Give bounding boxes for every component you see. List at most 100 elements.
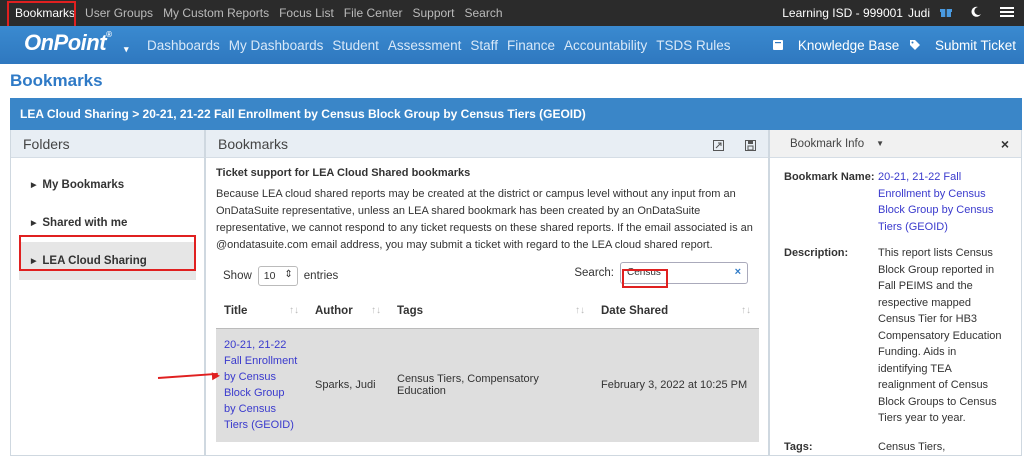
tag-icon [910,39,921,50]
entries-label: entries [303,270,339,282]
info-desc-value: This report lists Census Block Group rep… [878,247,1002,424]
nav-accountability[interactable]: Accountability [564,38,647,53]
nav-staff[interactable]: Staff [470,38,498,53]
page-title: Bookmarks [10,71,103,90]
search-value: Census [627,267,661,278]
col-date-label: Date Shared [601,304,669,317]
bookmarks-header: Bookmarks [206,130,768,158]
right-nav: Knowledge Base Submit Ticket [762,26,1016,64]
sort-icon: ↑↓ [741,305,751,316]
brand-bar: OnPoint® ▾ Dashboards My Dashboards Stud… [0,26,1024,64]
cell-date: February 3, 2022 at 10:25 PM [593,328,759,442]
nav-dashboards[interactable]: Dashboards [147,38,220,53]
close-icon[interactable]: × [1001,136,1009,152]
bookmarks-title: Bookmarks [218,135,289,152]
table-controls: Show 10 entries Search: Census × [216,258,758,294]
notice-body: Because LEA cloud shared reports may be … [216,188,753,251]
folder-my-bookmarks[interactable]: ▶ My Bookmarks [11,166,204,204]
sort-icon: ↑↓ [289,305,299,316]
sort-icon: ↑↓ [371,305,381,316]
search-input[interactable]: Census × [620,262,748,284]
top-nav-my-custom-reports[interactable]: My Custom Reports [158,6,274,20]
knowledge-base-link[interactable]: Knowledge Base [772,38,899,53]
logo-caret-icon[interactable]: ▾ [124,44,129,55]
info-name-row: Bookmark Name: 20-21, 21-22 Fall Enrollm… [770,169,1021,235]
top-bar: Bookmarks User Groups My Custom Reports … [0,0,1024,26]
info-desc-row: Description: This report lists Census Bl… [770,245,1021,427]
nav-assessment[interactable]: Assessment [388,38,462,53]
caret-right-icon: ▶ [31,182,37,189]
info-title: Bookmark Info [790,137,865,150]
search-control: Search: Census × [574,262,748,284]
top-nav-user-groups[interactable]: User Groups [80,6,158,20]
bookmarks-body: Ticket support for LEA Cloud Shared book… [206,158,768,442]
knowledge-base-label: Knowledge Base [797,37,900,53]
col-title-label: Title [224,304,248,317]
folder-label: LEA Cloud Sharing [42,255,147,267]
col-author[interactable]: Author ↑↓ [307,294,389,329]
entries-select[interactable]: 10 [257,266,298,286]
info-desc-label: Description: [784,247,849,259]
user-name[interactable]: Judi [908,6,930,20]
top-nav-file-center[interactable]: File Center [339,6,408,20]
breadcrumb: LEA Cloud Sharing > 20-21, 21-22 Fall En… [10,98,1022,130]
submit-ticket-link[interactable]: Submit Ticket [909,38,1016,53]
cell-author: Sparks, Judi [307,328,389,442]
bookmark-info-panel: Bookmark Info ▼ × Bookmark Name: 20-21, … [769,130,1022,456]
col-author-label: Author [315,304,353,317]
logo-text: OnPoint [24,30,107,55]
folder-shared-with-me[interactable]: ▶ Shared with me [11,204,204,242]
book-icon [773,39,784,50]
col-title[interactable]: Title ↑↓ [216,294,307,329]
org-name[interactable]: Learning ISD - 999001 [782,6,903,20]
folders-title: Folders [23,135,70,152]
top-right: Learning ISD - 999001 Judi [782,0,1024,26]
col-tags[interactable]: Tags ↑↓ [389,294,593,329]
hamburger-menu-icon[interactable] [1000,6,1014,21]
info-header: Bookmark Info ▼ × [770,130,1021,158]
top-nav-search[interactable]: Search [460,6,508,20]
bookmarks-panel: Bookmarks Ticket support for LEA Cloud S… [205,130,769,456]
info-name-value[interactable]: 20-21, 21-22 Fall Enrollment by Census B… [878,169,1006,235]
caret-right-icon: ▶ [31,220,37,227]
show-label: Show [223,270,252,282]
entries-control: Show 10 entries [223,266,338,286]
info-tags-label: Tags: [784,440,813,453]
col-date-shared[interactable]: Date Shared ↑↓ [593,294,759,329]
caret-right-icon: ▶ [31,258,37,265]
main-nav: Dashboards My Dashboards Student Assessm… [147,26,740,64]
folders-panel: Folders ▶ My Bookmarks ▶ Shared with me ▶ L… [10,130,205,456]
onpoint-logo[interactable]: OnPoint® ▾ [24,30,129,60]
nav-my-dashboards[interactable]: My Dashboards [229,38,324,53]
external-link-icon[interactable] [713,138,724,154]
top-nav-focus-list[interactable]: Focus List [274,6,339,20]
nav-student[interactable]: Student [332,38,379,53]
submit-ticket-label: Submit Ticket [934,37,1016,53]
info-name-label: Bookmark Name: [784,171,875,183]
annotation-arrow-head [211,371,221,381]
search-label: Search: [574,267,614,279]
moon-icon[interactable] [970,6,982,21]
top-nav-bookmarks[interactable]: Bookmarks [10,6,80,20]
bookmarks-table: Title ↑↓ Author ↑↓ Tags ↑↓ Date Shared ↑↓ 20… [216,294,759,442]
cell-tags: Census Tiers, Compensatory Education [389,328,593,442]
folders-header: Folders [11,130,204,158]
sort-icon: ↑↓ [575,305,585,316]
col-tags-label: Tags [397,304,423,317]
nav-tsds-rules[interactable]: TSDS Rules [656,38,730,53]
info-tags-value: Census Tiers, Compensatory Education [878,440,946,453]
clear-search-icon[interactable]: × [735,266,741,278]
save-icon[interactable] [745,138,756,154]
folder-label: My Bookmarks [42,179,125,191]
info-tags-row: Tags: Census Tiers, Compensatory Educati… [770,439,1021,456]
nav-finance[interactable]: Finance [507,38,555,53]
top-nav-support[interactable]: Support [407,6,459,20]
folder-lea-cloud-sharing[interactable]: ▶ LEA Cloud Sharing [19,242,196,280]
notice-title: Ticket support for LEA Cloud Shared book… [216,167,471,179]
folder-label: Shared with me [42,217,128,229]
info-dropdown-icon[interactable]: ▼ [876,139,884,148]
bookmark-title-link[interactable]: 20-21, 21-22 Fall Enrollment by Census B… [224,337,299,433]
table-row[interactable]: 20-21, 21-22 Fall Enrollment by Census B… [216,328,759,442]
gift-icon[interactable] [940,6,952,21]
cell-title: 20-21, 21-22 Fall Enrollment by Census B… [216,328,307,442]
